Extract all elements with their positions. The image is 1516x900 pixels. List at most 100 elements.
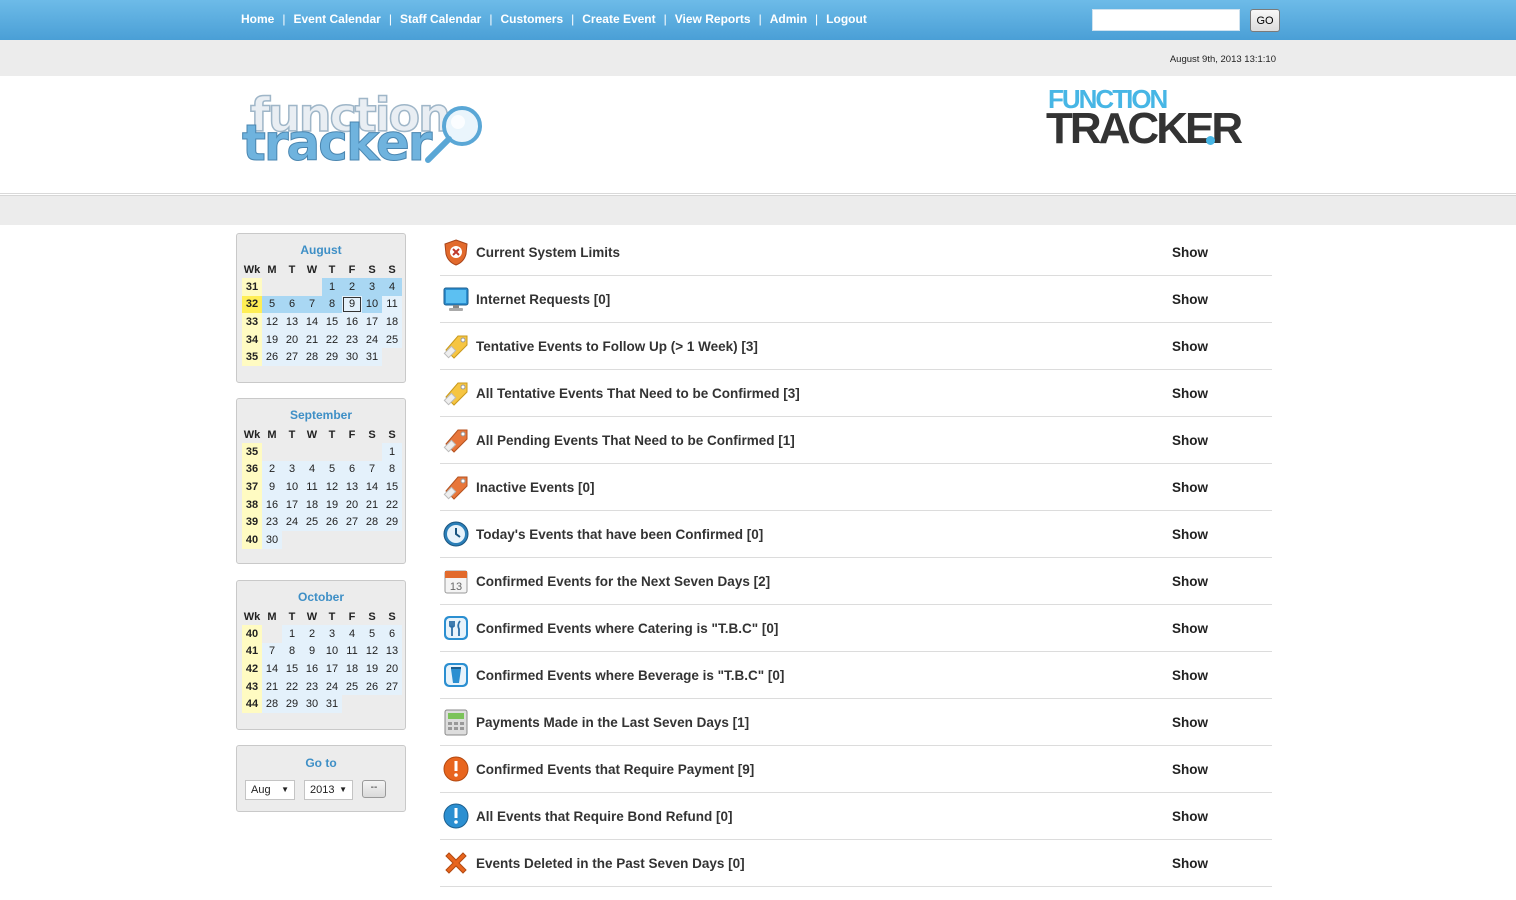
calendar-day-cell[interactable]: 1 — [282, 625, 302, 643]
search-input[interactable] — [1092, 9, 1240, 31]
calendar-day-cell[interactable]: 31 — [322, 695, 342, 713]
calendar-day-cell[interactable]: 23 — [342, 330, 362, 349]
calendar-day-cell[interactable]: 6 — [342, 460, 362, 479]
calendar-day-cell[interactable]: 21 — [262, 677, 282, 696]
calendar-day-cell[interactable]: 7 — [362, 460, 382, 479]
calendar-day-cell[interactable]: 25 — [342, 677, 362, 696]
calendar-day-cell[interactable]: 19 — [362, 660, 382, 678]
calendar-day-cell[interactable]: 9 — [262, 478, 282, 496]
calendar-day-cell[interactable]: 13 — [282, 313, 302, 331]
calendar-day-cell[interactable]: 5 — [362, 625, 382, 643]
calendar-month-title[interactable]: August — [237, 243, 405, 261]
calendar-day-cell[interactable]: 8 — [322, 295, 342, 314]
calendar-day-cell[interactable]: 5 — [322, 460, 342, 479]
nav-link-customers[interactable]: Customers — [500, 12, 563, 26]
nav-link-home[interactable]: Home — [241, 12, 274, 26]
calendar-day-cell[interactable]: 27 — [282, 348, 302, 366]
calendar-day-cell[interactable]: 7 — [302, 295, 322, 314]
calendar-day-cell[interactable]: 29 — [322, 348, 342, 366]
week-number[interactable]: 41 — [242, 642, 262, 661]
calendar-day-cell[interactable]: 31 — [362, 348, 382, 366]
calendar-day-cell[interactable]: 20 — [342, 495, 362, 514]
calendar-day-cell[interactable]: 1 — [382, 443, 402, 461]
goto-button[interactable]: -- — [362, 780, 386, 798]
calendar-today-cell[interactable]: 9 — [342, 295, 362, 314]
week-number[interactable]: 40 — [242, 625, 262, 643]
show-report-link[interactable]: Show — [1172, 856, 1208, 871]
calendar-day-cell[interactable]: 22 — [382, 495, 402, 514]
calendar-day-cell[interactable]: 17 — [322, 660, 342, 678]
calendar-day-cell[interactable]: 2 — [262, 460, 282, 479]
calendar-day-cell[interactable]: 14 — [362, 478, 382, 496]
calendar-day-cell[interactable]: 3 — [322, 625, 342, 643]
calendar-day-cell[interactable]: 18 — [382, 313, 402, 331]
calendar-day-cell[interactable]: 16 — [302, 660, 322, 678]
calendar-day-cell[interactable]: 20 — [382, 660, 402, 678]
calendar-day-cell[interactable]: 23 — [302, 677, 322, 696]
year-select[interactable]: 2013 ▼ — [304, 780, 353, 800]
calendar-day-cell[interactable]: 24 — [282, 513, 302, 531]
nav-link-create-event[interactable]: Create Event — [582, 12, 655, 26]
calendar-day-cell[interactable]: 3 — [362, 278, 382, 296]
calendar-day-cell[interactable]: 27 — [342, 513, 362, 531]
calendar-day-cell[interactable]: 8 — [282, 642, 302, 661]
calendar-day-cell[interactable]: 26 — [362, 677, 382, 696]
week-number[interactable]: 33 — [242, 313, 262, 331]
calendar-day-cell[interactable]: 15 — [322, 313, 342, 331]
show-report-link[interactable]: Show — [1172, 292, 1208, 307]
calendar-day-cell[interactable]: 22 — [322, 330, 342, 349]
calendar-day-cell[interactable]: 13 — [342, 478, 362, 496]
calendar-day-cell[interactable]: 11 — [302, 478, 322, 496]
nav-link-logout[interactable]: Logout — [826, 12, 867, 26]
calendar-day-cell[interactable]: 26 — [262, 348, 282, 366]
calendar-day-cell[interactable]: 4 — [382, 278, 402, 296]
calendar-day-cell[interactable]: 16 — [262, 495, 282, 514]
calendar-day-cell[interactable]: 10 — [362, 295, 382, 314]
function-tracker-logo[interactable]: function tracker — [240, 87, 490, 173]
calendar-day-cell[interactable]: 19 — [262, 330, 282, 349]
show-report-link[interactable]: Show — [1172, 809, 1208, 824]
month-select[interactable]: Aug ▼ — [245, 780, 295, 800]
calendar-day-cell[interactable]: 27 — [382, 677, 402, 696]
calendar-day-cell[interactable]: 30 — [262, 530, 282, 549]
nav-link-view-reports[interactable]: View Reports — [675, 12, 751, 26]
calendar-day-cell[interactable]: 15 — [382, 478, 402, 496]
nav-link-admin[interactable]: Admin — [770, 12, 807, 26]
calendar-day-cell[interactable]: 26 — [322, 513, 342, 531]
week-number[interactable]: 36 — [242, 460, 262, 479]
calendar-day-cell[interactable]: 29 — [282, 695, 302, 713]
week-number[interactable]: 34 — [242, 330, 262, 349]
calendar-day-cell[interactable]: 21 — [362, 495, 382, 514]
calendar-day-cell[interactable]: 6 — [382, 625, 402, 643]
calendar-day-cell[interactable]: 2 — [302, 625, 322, 643]
calendar-day-cell[interactable]: 6 — [282, 295, 302, 314]
calendar-day-cell[interactable]: 30 — [302, 695, 322, 713]
calendar-day-cell[interactable]: 17 — [362, 313, 382, 331]
calendar-day-cell[interactable]: 14 — [262, 660, 282, 678]
week-number[interactable]: 42 — [242, 660, 262, 678]
calendar-day-cell[interactable]: 9 — [302, 642, 322, 661]
calendar-day-cell[interactable]: 7 — [262, 642, 282, 661]
calendar-day-cell[interactable]: 18 — [342, 660, 362, 678]
calendar-day-cell[interactable]: 4 — [302, 460, 322, 479]
calendar-day-cell[interactable]: 10 — [282, 478, 302, 496]
show-report-link[interactable]: Show — [1172, 715, 1208, 730]
calendar-day-cell[interactable]: 5 — [262, 295, 282, 314]
show-report-link[interactable]: Show — [1172, 762, 1208, 777]
show-report-link[interactable]: Show — [1172, 527, 1208, 542]
calendar-day-cell[interactable]: 19 — [322, 495, 342, 514]
calendar-day-cell[interactable]: 12 — [262, 313, 282, 331]
calendar-day-cell[interactable]: 10 — [322, 642, 342, 661]
week-number[interactable]: 31 — [242, 278, 262, 296]
show-report-link[interactable]: Show — [1172, 480, 1208, 495]
calendar-day-cell[interactable]: 20 — [282, 330, 302, 349]
calendar-day-cell[interactable]: 23 — [262, 513, 282, 531]
calendar-day-cell[interactable]: 3 — [282, 460, 302, 479]
show-report-link[interactable]: Show — [1172, 386, 1208, 401]
nav-link-staff-calendar[interactable]: Staff Calendar — [400, 12, 481, 26]
week-number[interactable]: 35 — [242, 443, 262, 461]
calendar-day-cell[interactable]: 8 — [382, 460, 402, 479]
calendar-day-cell[interactable]: 17 — [282, 495, 302, 514]
calendar-day-cell[interactable]: 28 — [302, 348, 322, 366]
week-number[interactable]: 39 — [242, 513, 262, 531]
